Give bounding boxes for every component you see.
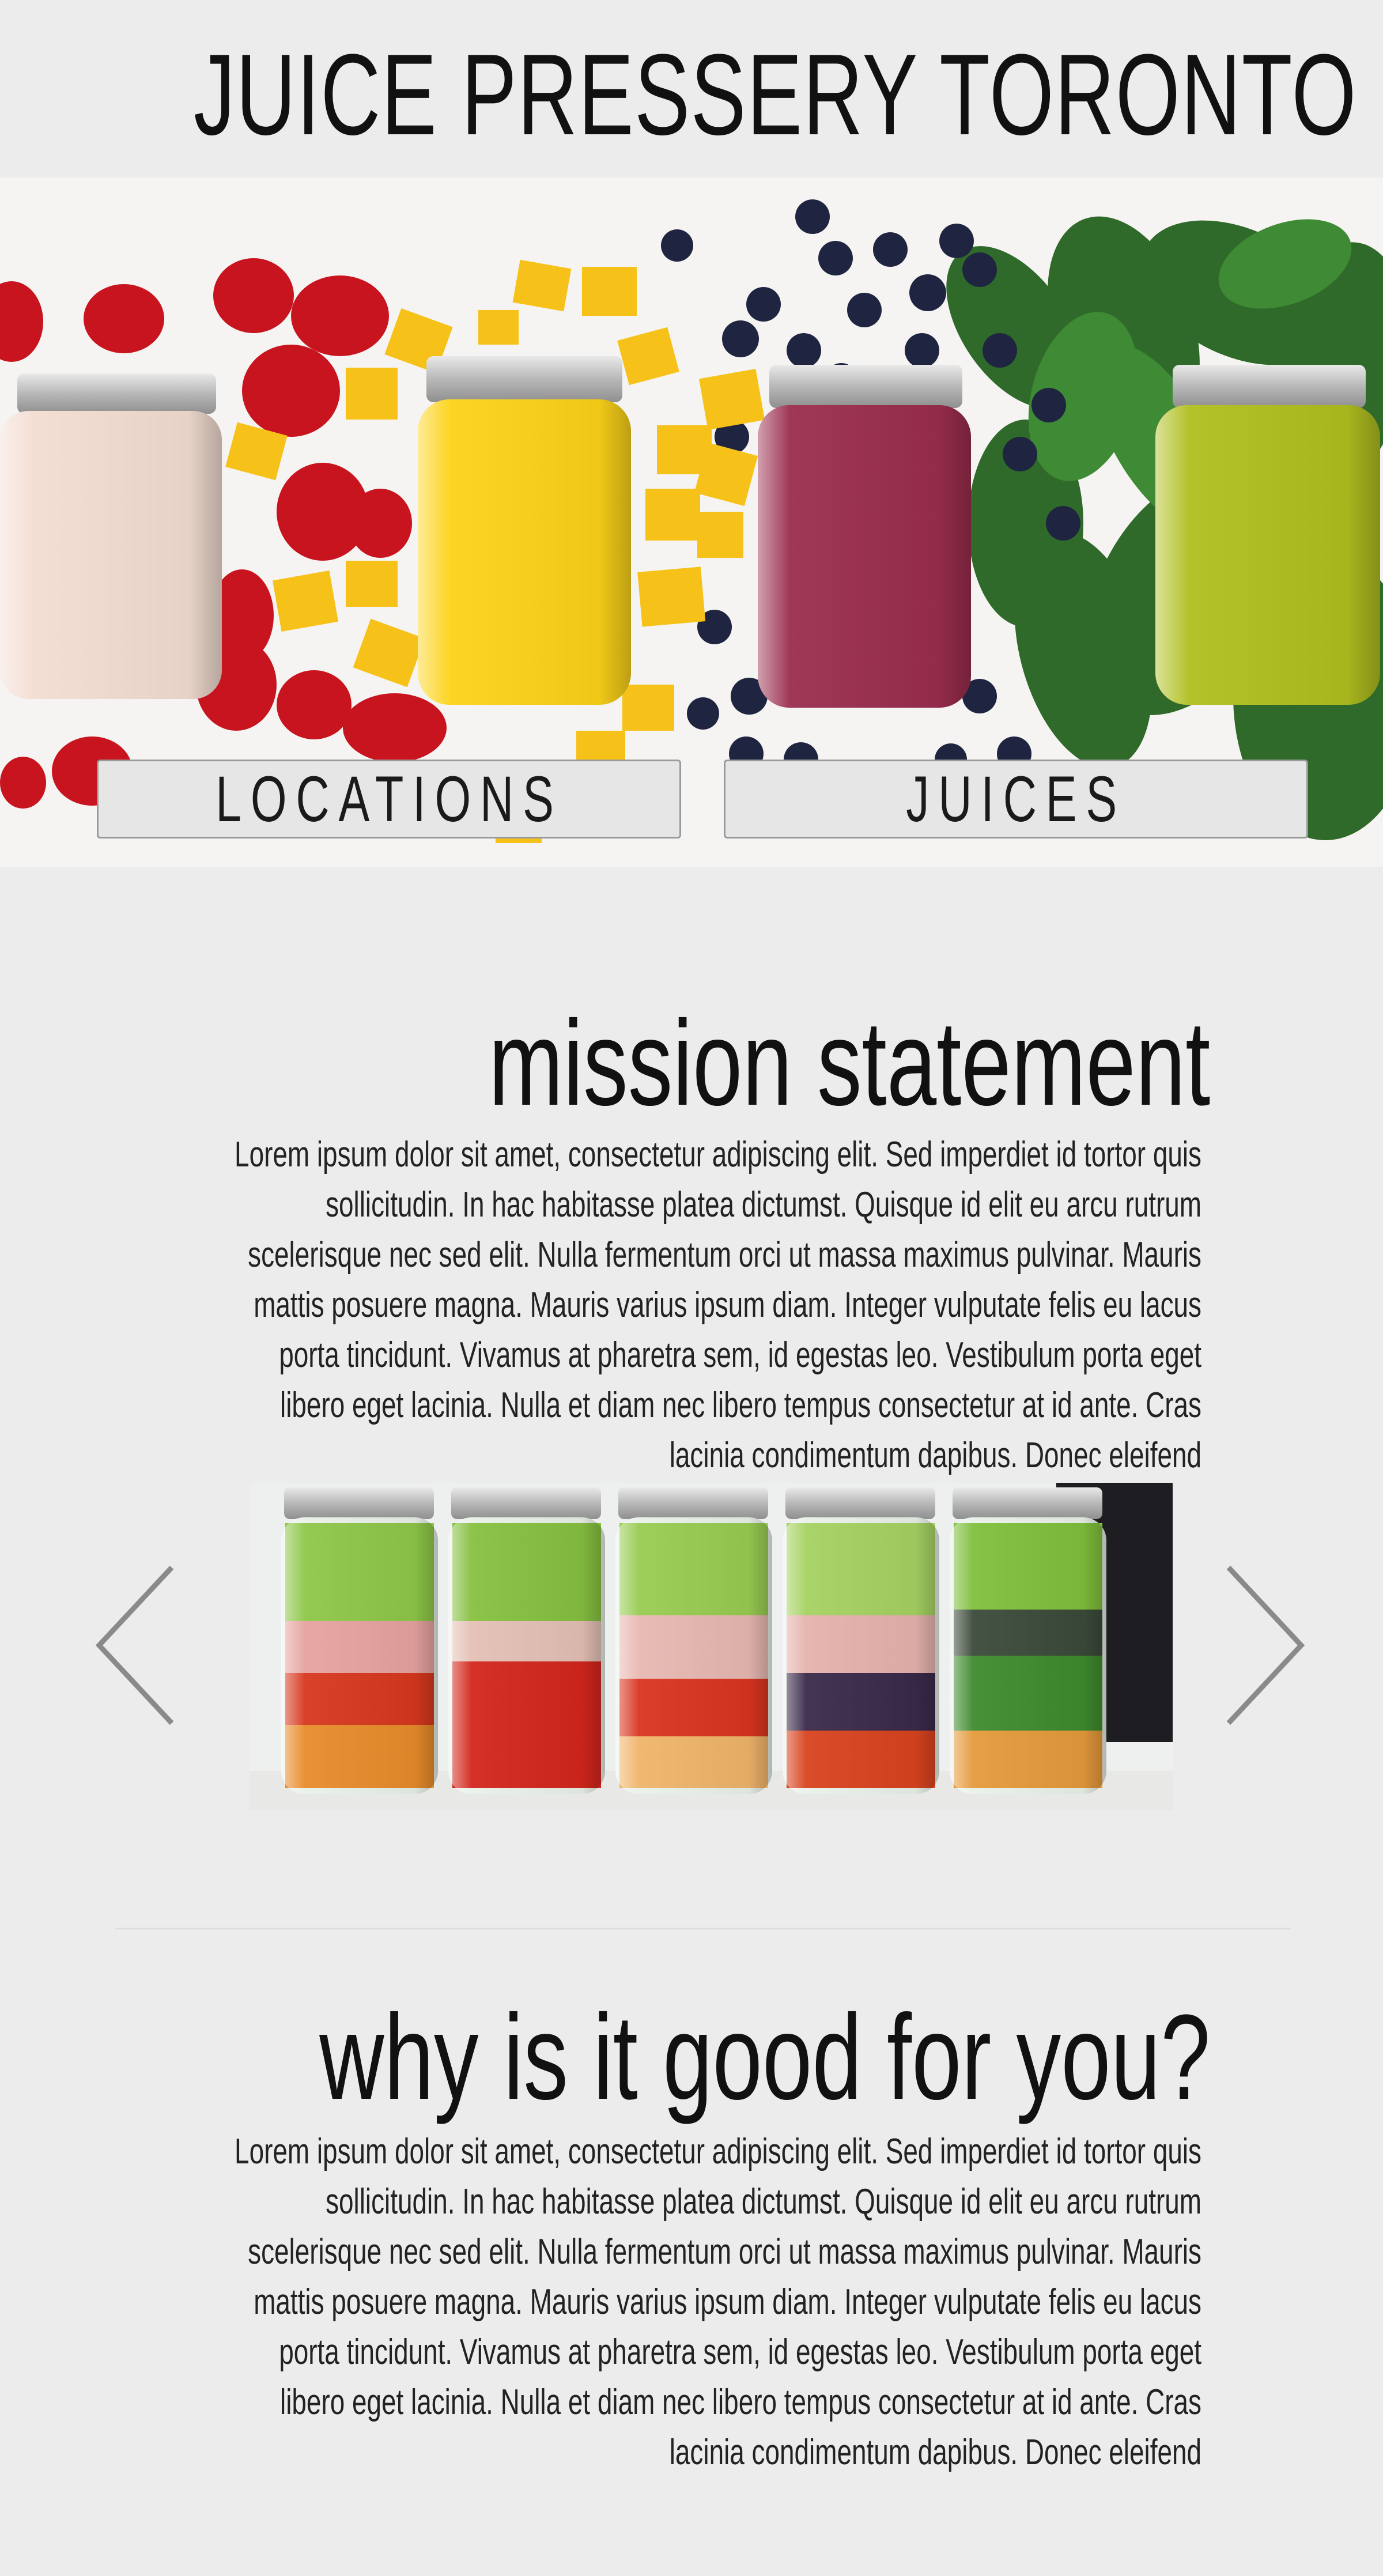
mission-body-text: Lorem ipsum dolor sit amet, consectetur … xyxy=(235,1135,1202,1475)
locations-button-label: LOCATIONS xyxy=(215,763,563,835)
why-heading: why is it good for you? xyxy=(319,1989,1210,2125)
carousel-salad-jars-image xyxy=(250,1483,1173,1810)
site-title: JUICE PRESSERY TORONTO xyxy=(193,31,1357,159)
section-divider xyxy=(115,1928,1291,1929)
why-body-text: Lorem ipsum dolor sit amet, consectetur … xyxy=(235,2132,1202,2472)
chevron-right-icon xyxy=(1226,1565,1305,1725)
mission-heading: mission statement xyxy=(488,995,1210,1131)
chevron-left-icon xyxy=(95,1565,174,1725)
carousel-next-button[interactable] xyxy=(1222,1562,1308,1729)
carousel-prev-button[interactable] xyxy=(92,1562,179,1729)
juices-button-label: JUICES xyxy=(906,763,1126,835)
page: JUICE PRESSERY TORONTO LOCATIONS JUICES … xyxy=(0,0,1383,2576)
locations-button[interactable]: LOCATIONS xyxy=(97,760,681,838)
juices-button[interactable]: JUICES xyxy=(724,760,1308,838)
